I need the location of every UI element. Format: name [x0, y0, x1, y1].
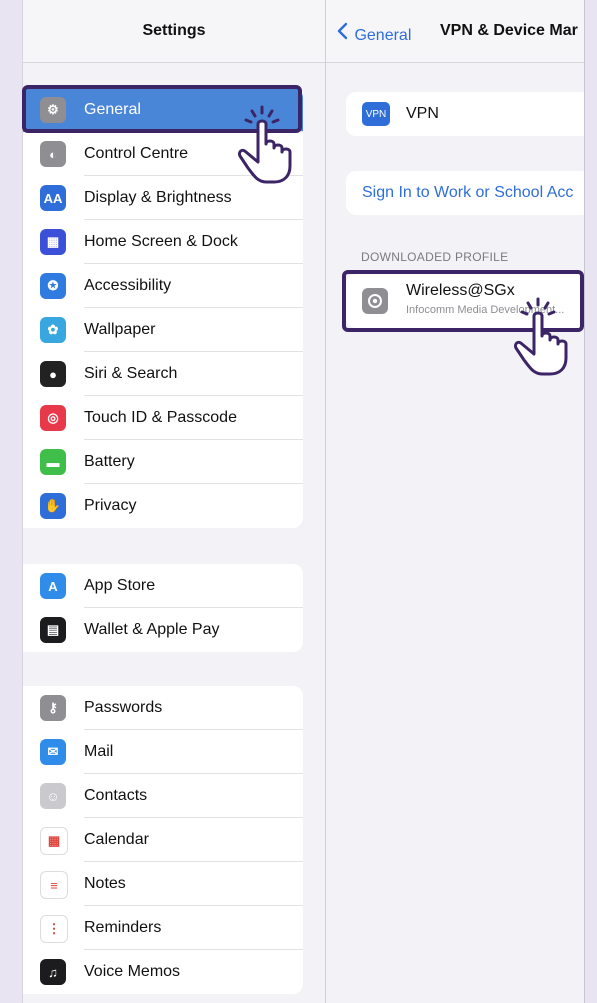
settings-window: Settings ⚙ General ◐ Control Centre AA Displa…: [22, 0, 585, 1003]
sidebar-item-mail[interactable]: ✉ Mail: [23, 730, 303, 774]
text-size-icon: AA: [40, 185, 66, 211]
sidebar-item-label: Touch ID & Passcode: [84, 409, 237, 426]
app-store-icon: A: [40, 573, 66, 599]
toggles-icon: ◐: [40, 141, 66, 167]
sidebar-item-label: Passwords: [84, 699, 163, 716]
tap-hand-icon: [514, 297, 568, 376]
sidebar-item-label: Display & Brightness: [84, 189, 232, 206]
sidebar-item-wallet-apple-pay[interactable]: ▤ Wallet & Apple Pay: [23, 608, 303, 652]
sidebar-item-label: Accessibility: [84, 277, 172, 294]
accessibility-icon: ✪: [40, 273, 66, 299]
sidebar-item-label: Battery: [84, 453, 135, 470]
sidebar-item-privacy[interactable]: ✋ Privacy: [23, 484, 303, 528]
sidebar-item-notes[interactable]: ≡ Notes: [23, 862, 303, 906]
notes-icon: ≡: [40, 871, 68, 899]
sidebar-item-battery[interactable]: ▬ Battery: [23, 440, 303, 484]
sidebar-item-voice-memos[interactable]: ♫ Voice Memos: [23, 950, 303, 994]
key-icon: ⚷: [40, 695, 66, 721]
contacts-icon: ☺: [40, 783, 66, 809]
calendar-icon: ▦: [40, 827, 68, 855]
detail-pane: General VPN & Device Mar VPN VPN Sign In…: [326, 0, 584, 1003]
app-grid-icon: ▦: [40, 229, 66, 255]
sidebar-item-app-store[interactable]: A App Store: [23, 564, 303, 608]
sidebar-title: Settings: [142, 22, 206, 39]
sidebar-item-accessibility[interactable]: ✪ Accessibility: [23, 264, 303, 308]
sidebar-item-siri-search[interactable]: ● Siri & Search: [23, 352, 303, 396]
downloaded-profile-header: DOWNLOADED PROFILE: [361, 250, 509, 264]
mail-icon: ✉: [40, 739, 66, 765]
sidebar-item-reminders[interactable]: ⋮ Reminders: [23, 906, 303, 950]
detail-header: General VPN & Device Mar: [326, 0, 584, 63]
sidebar-item-calendar[interactable]: ▦ Calendar: [23, 818, 303, 862]
page-title: VPN & Device Mar: [440, 22, 578, 39]
settings-group: ⚷ Passwords ✉ Mail ☺ Contacts ▦ Calendar ≡ Notes ⋮…: [23, 686, 303, 994]
sidebar-item-label: Control Centre: [84, 145, 189, 162]
wallet-icon: ▤: [40, 617, 66, 643]
sign-in-label: Sign In to Work or School Acc: [362, 184, 574, 201]
tap-hand-icon: [238, 105, 292, 184]
sidebar-item-home-screen-dock[interactable]: ▦ Home Screen & Dock: [23, 220, 303, 264]
sidebar-item-touch-id-passcode[interactable]: ◎ Touch ID & Passcode: [23, 396, 303, 440]
sidebar-item-wallpaper[interactable]: ✿ Wallpaper: [23, 308, 303, 352]
sidebar-item-label: Notes: [84, 875, 126, 892]
sidebar-header: Settings: [23, 0, 325, 63]
voice-memos-icon: ♫: [40, 959, 66, 985]
back-button[interactable]: General: [336, 22, 411, 45]
vpn-label: VPN: [406, 105, 439, 122]
back-label: General: [354, 27, 412, 44]
sidebar-item-passwords[interactable]: ⚷ Passwords: [23, 686, 303, 730]
vpn-icon: VPN: [362, 102, 390, 126]
sidebar-item-label: Home Screen & Dock: [84, 233, 238, 250]
settings-group: A App Store ▤ Wallet & Apple Pay: [23, 564, 303, 652]
sidebar-item-label: App Store: [84, 577, 156, 594]
sidebar-item-contacts[interactable]: ☺ Contacts: [23, 774, 303, 818]
sidebar-item-label: Calendar: [84, 831, 149, 848]
sidebar-item-label: Voice Memos: [84, 963, 181, 980]
flower-icon: ✿: [40, 317, 66, 343]
sidebar-item-label: Contacts: [84, 787, 148, 804]
hand-icon: ✋: [40, 493, 66, 519]
battery-icon: ▬: [40, 449, 66, 475]
chevron-left-icon: [336, 22, 350, 45]
sidebar-item-label: Wallpaper: [84, 321, 156, 338]
sidebar-item-label: Privacy: [84, 497, 137, 514]
fingerprint-icon: ◎: [40, 405, 66, 431]
siri-icon: ●: [40, 361, 66, 387]
reminders-icon: ⋮: [40, 915, 68, 943]
vpn-row[interactable]: VPN VPN: [346, 92, 584, 136]
sidebar-item-label: Wallet & Apple Pay: [84, 621, 220, 638]
sidebar-item-label: Siri & Search: [84, 365, 178, 382]
sign-in-work-school-row[interactable]: Sign In to Work or School Acc: [346, 171, 584, 215]
sidebar-item-label: Mail: [84, 743, 114, 760]
sidebar-item-label: Reminders: [84, 919, 162, 936]
